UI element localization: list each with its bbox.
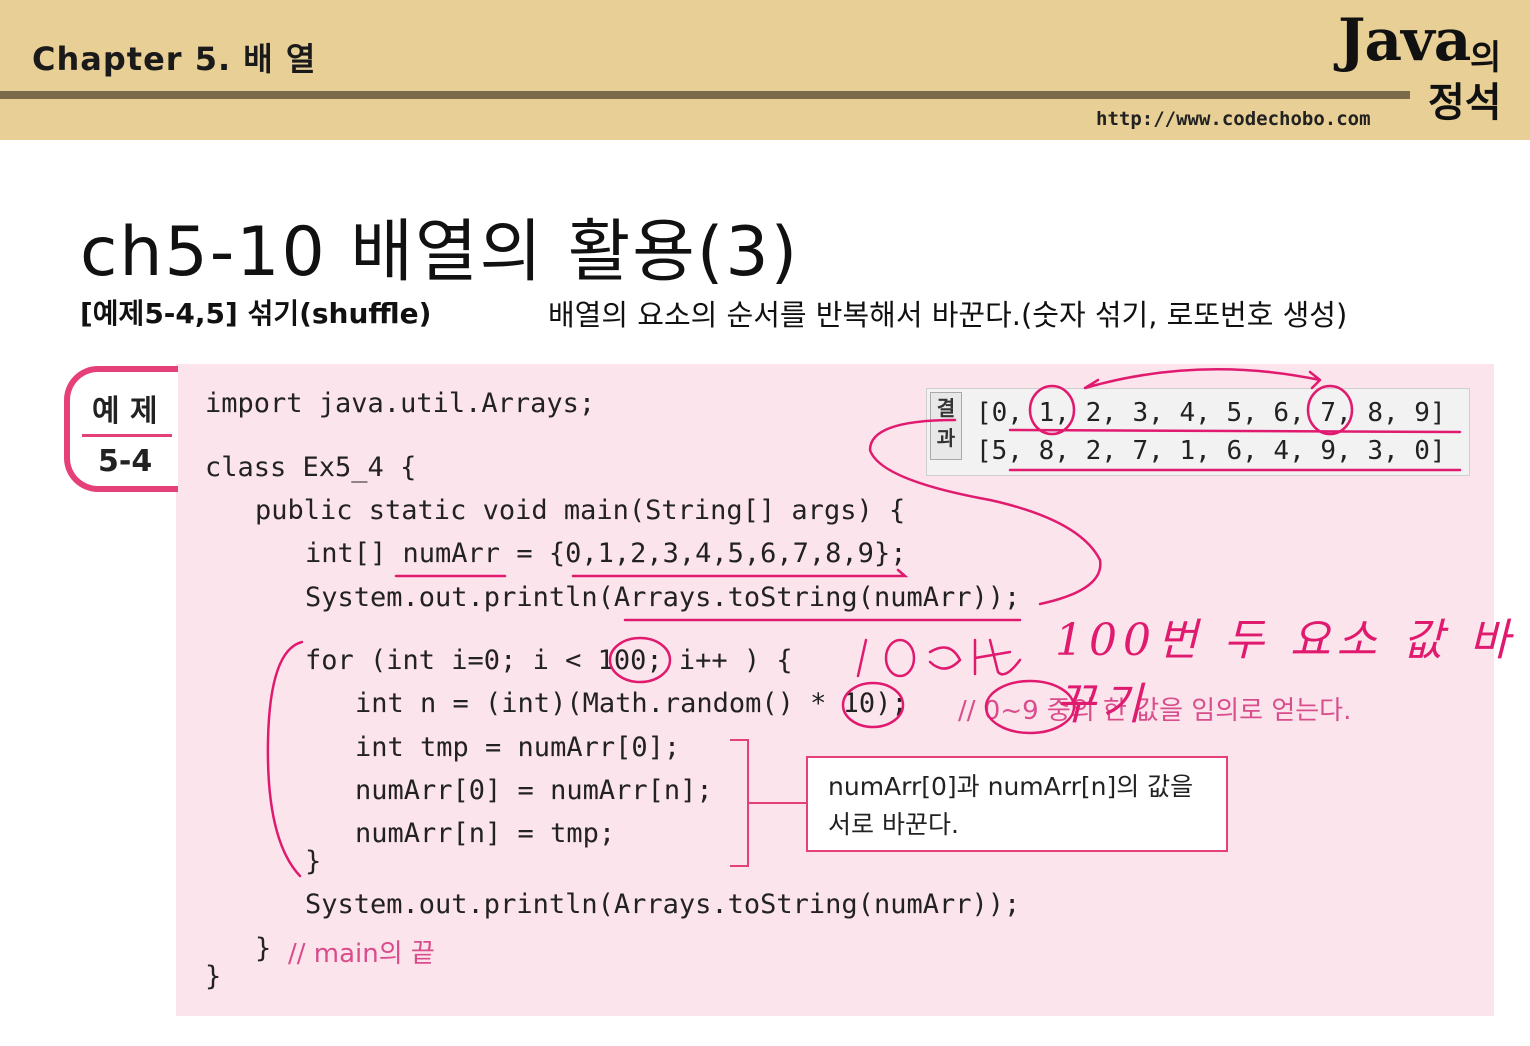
swap-arrow — [1083, 367, 1322, 390]
circle-result-1 — [1028, 384, 1076, 436]
circle-result-7 — [1306, 384, 1354, 436]
underline-array-values — [571, 568, 909, 578]
underline-result-1 — [1008, 428, 1462, 434]
annotation-overlay — [266, 367, 1462, 878]
circle-0-9 — [984, 679, 1076, 735]
circle-100 — [608, 636, 672, 684]
circle-10 — [841, 681, 905, 729]
swap-bracket — [730, 739, 749, 867]
loop-bracket — [266, 640, 304, 878]
handwritten-100-marks — [856, 638, 1022, 678]
